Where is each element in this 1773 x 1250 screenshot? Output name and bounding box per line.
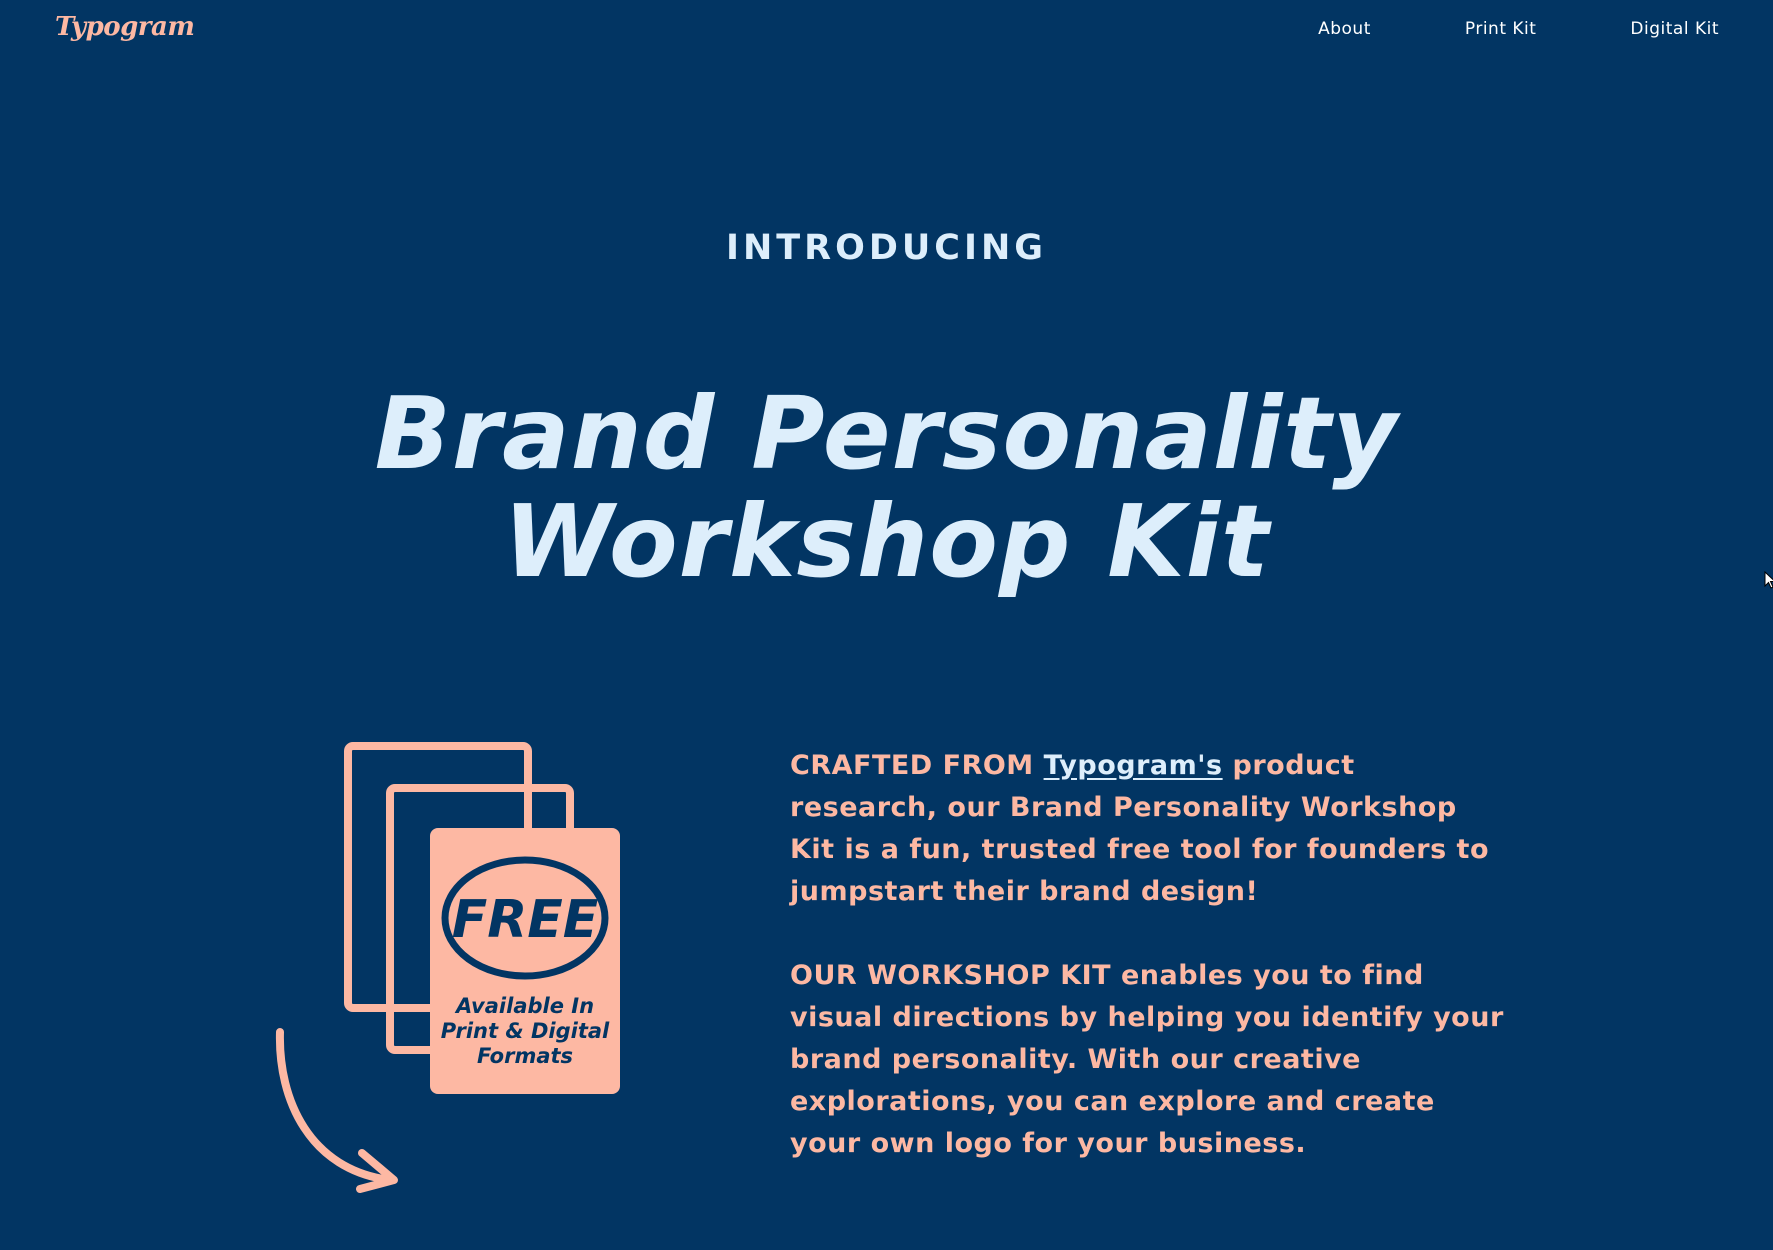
free-kit-illustration: FREE Available In Print & Digital Format…: [270, 740, 630, 1200]
nav-digital-kit-link[interactable]: Digital Kit: [1630, 19, 1719, 39]
description-paragraph-1: CRAFTED FROM Typogram's product research…: [790, 750, 1490, 907]
caption-line-1: Available In: [454, 994, 594, 1018]
page-title: Brand Personality Workshop Kit: [0, 380, 1773, 596]
hero-eyebrow: INTRODUCING: [725, 228, 1048, 268]
nav-about-link[interactable]: About: [1318, 19, 1371, 39]
caption-line-2: Print & Digital: [441, 1019, 610, 1043]
document-stack-icon: FREE Available In Print & Digital Format…: [275, 742, 620, 1193]
curved-arrow-icon: [275, 1028, 398, 1193]
page-title-line-1: Brand Personality: [374, 375, 1399, 492]
top-nav: About Print Kit Digital Kit: [1224, 19, 1719, 39]
brand-logo[interactable]: Typogram: [55, 12, 195, 42]
caption-line-3: Formats: [477, 1044, 573, 1068]
description-paragraph-2: OUR WORKSHOP KIT enables you to find vis…: [790, 960, 1504, 1159]
page-title-line-2: Workshop Kit: [503, 483, 1270, 600]
mouse-cursor-icon: [1764, 571, 1773, 589]
free-badge-text: FREE: [452, 890, 599, 950]
typogram-link[interactable]: Typogram's: [1044, 750, 1223, 781]
nav-print-kit-link[interactable]: Print Kit: [1465, 19, 1537, 39]
kit-description: CRAFTED FROM Typogram's product research…: [790, 745, 1510, 1207]
